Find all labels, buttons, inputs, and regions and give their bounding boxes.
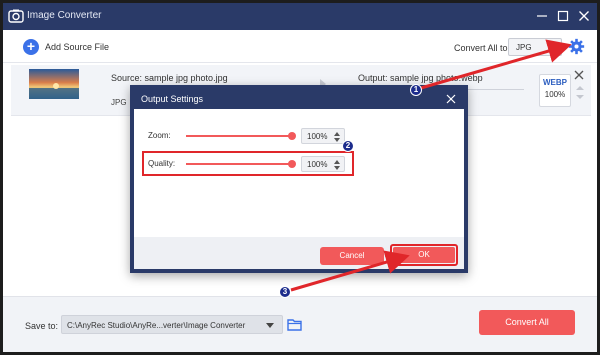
gear-icon[interactable]: [568, 38, 585, 55]
quality-value: 100%: [307, 160, 328, 169]
chevron-down-icon: [548, 46, 556, 51]
move-up-icon[interactable]: [576, 86, 584, 90]
dialog-title: Output Settings: [141, 94, 204, 104]
source-filename: Source: sample jpg photo.jpg: [111, 73, 228, 83]
save-to-label: Save to:: [25, 321, 59, 331]
minimize-icon: [537, 15, 547, 17]
zoom-stepper[interactable]: 100%: [301, 128, 345, 144]
quality-slider-track[interactable]: [186, 163, 292, 165]
step-badge-3: 3: [279, 286, 291, 298]
zoom-slider-handle[interactable]: [288, 132, 296, 140]
output-format: WEBP: [543, 78, 567, 87]
output-filename: Output: sample jpg photo.webp: [358, 73, 483, 83]
convert-all-button[interactable]: Convert All: [479, 310, 575, 335]
output-format-badge[interactable]: WEBP 100%: [539, 74, 571, 107]
step-badge-1: 1: [410, 84, 422, 96]
output-settings-dialog: Output Settings Zoom: 100% Quality: 100%: [130, 85, 468, 273]
add-source-file-button[interactable]: Add Source File: [45, 42, 109, 52]
maximize-button[interactable]: [554, 7, 572, 25]
minimize-button[interactable]: [533, 7, 551, 25]
quality-label: Quality:: [148, 159, 176, 168]
app-window: Image Converter + Add Source File Conver…: [3, 3, 597, 352]
increment-icon[interactable]: [334, 160, 340, 164]
save-path-dropdown[interactable]: C:\AnyRec Studio\AnyRe...verter\Image Co…: [61, 315, 283, 334]
save-path-value: C:\AnyRec Studio\AnyRe...verter\Image Co…: [67, 321, 246, 330]
bottom-bar: Save to: C:\AnyRec Studio\AnyRe...verter…: [3, 296, 597, 352]
title-bar: Image Converter: [3, 3, 597, 30]
zoom-slider-track[interactable]: [186, 135, 292, 137]
ok-button-highlight: OK: [390, 244, 458, 266]
format-value: JPG: [516, 43, 532, 52]
add-source-icon[interactable]: +: [23, 39, 39, 55]
close-icon[interactable]: [446, 94, 456, 104]
zoom-label: Zoom:: [148, 131, 171, 140]
step-badge-2: 2: [342, 140, 354, 152]
move-down-icon[interactable]: [576, 95, 584, 99]
quality-stepper[interactable]: 100%: [301, 156, 345, 172]
dialog-body: Zoom: 100% Quality: 100%: [134, 109, 464, 237]
file-thumbnail: [29, 69, 79, 99]
close-icon: [579, 11, 589, 21]
screenshot-frame: Image Converter + Add Source File Conver…: [0, 0, 600, 355]
source-format: JPG: [111, 98, 127, 107]
increment-icon[interactable]: [334, 132, 340, 136]
folder-icon[interactable]: [287, 318, 302, 331]
camera-logo-icon: [8, 9, 24, 23]
format-dropdown[interactable]: JPG: [508, 38, 562, 56]
dialog-footer: Cancel OK: [134, 237, 464, 269]
convert-all-to-label: Convert All to:: [454, 43, 511, 53]
remove-file-icon[interactable]: [574, 70, 584, 80]
chevron-down-icon: [266, 323, 274, 328]
toolbar: + Add Source File Convert All to: JPG: [3, 30, 597, 63]
quality-slider-handle[interactable]: [288, 160, 296, 168]
ok-button[interactable]: OK: [393, 247, 455, 263]
zoom-value: 100%: [307, 132, 328, 141]
maximize-icon: [557, 10, 569, 22]
output-percent: 100%: [544, 90, 566, 99]
window-title: Image Converter: [27, 10, 102, 21]
decrement-icon[interactable]: [334, 138, 340, 142]
close-button[interactable]: [575, 7, 593, 25]
decrement-icon[interactable]: [334, 166, 340, 170]
cancel-button[interactable]: Cancel: [320, 247, 384, 265]
